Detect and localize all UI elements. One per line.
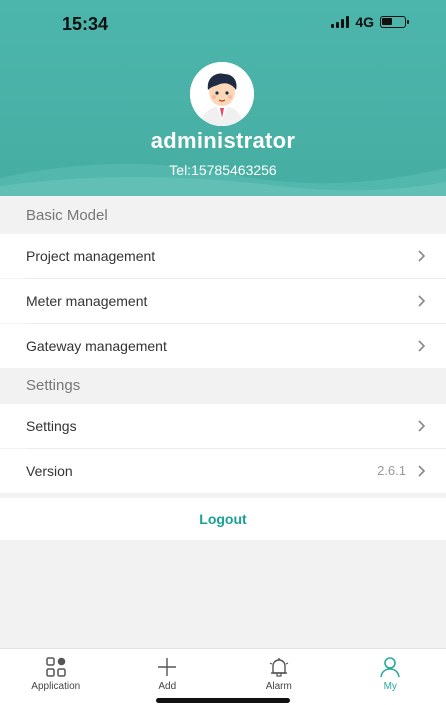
status-indicators: 4G (331, 14, 406, 30)
signal-icon (331, 16, 349, 28)
status-time: 15:34 (62, 14, 108, 35)
person-icon (378, 655, 402, 679)
username: administrator (0, 128, 446, 154)
section-title-settings: Settings (0, 368, 446, 404)
section-title-basic-model: Basic Model (0, 198, 446, 234)
menu-item-project-management[interactable]: Project management (0, 234, 446, 278)
network-type: 4G (355, 14, 374, 30)
version-value: 2.6.1 (377, 449, 406, 493)
menu-item-version[interactable]: Version 2.6.1 (0, 449, 446, 493)
chevron-right-icon (412, 247, 430, 265)
tab-application[interactable]: Application (0, 649, 112, 705)
tab-label: Application (31, 681, 80, 692)
battery-icon (380, 16, 406, 28)
menu-item-label: Meter management (26, 279, 147, 323)
grid-icon (44, 655, 68, 679)
menu-item-gateway-management[interactable]: Gateway management (0, 324, 446, 368)
menu-item-meter-management[interactable]: Meter management (0, 279, 446, 323)
menu-item-label: Version (26, 449, 73, 493)
chevron-right-icon (412, 462, 430, 480)
menu-item-label: Project management (26, 234, 155, 278)
bottom-tab-bar: Application Add Alarm My (0, 648, 446, 705)
avatar-illustration-icon (190, 62, 254, 126)
tab-add[interactable]: Add (112, 649, 224, 705)
tab-label: Alarm (266, 681, 292, 692)
chevron-right-icon (412, 417, 430, 435)
avatar[interactable] (190, 62, 254, 126)
plus-icon (155, 655, 179, 679)
chevron-right-icon (412, 337, 430, 355)
chevron-right-icon (412, 292, 430, 310)
menu-item-label: Settings (26, 404, 77, 448)
tab-alarm[interactable]: Alarm (223, 649, 335, 705)
menu-item-label: Gateway management (26, 324, 167, 368)
menu-item-settings[interactable]: Settings (0, 404, 446, 448)
phone-number: Tel:15785463256 (0, 162, 446, 178)
tab-label: Add (158, 681, 176, 692)
bell-icon (267, 655, 291, 679)
tab-my[interactable]: My (335, 649, 446, 705)
tab-label: My (384, 681, 397, 692)
logout-button[interactable]: Logout (0, 498, 446, 540)
home-indicator (156, 698, 290, 703)
